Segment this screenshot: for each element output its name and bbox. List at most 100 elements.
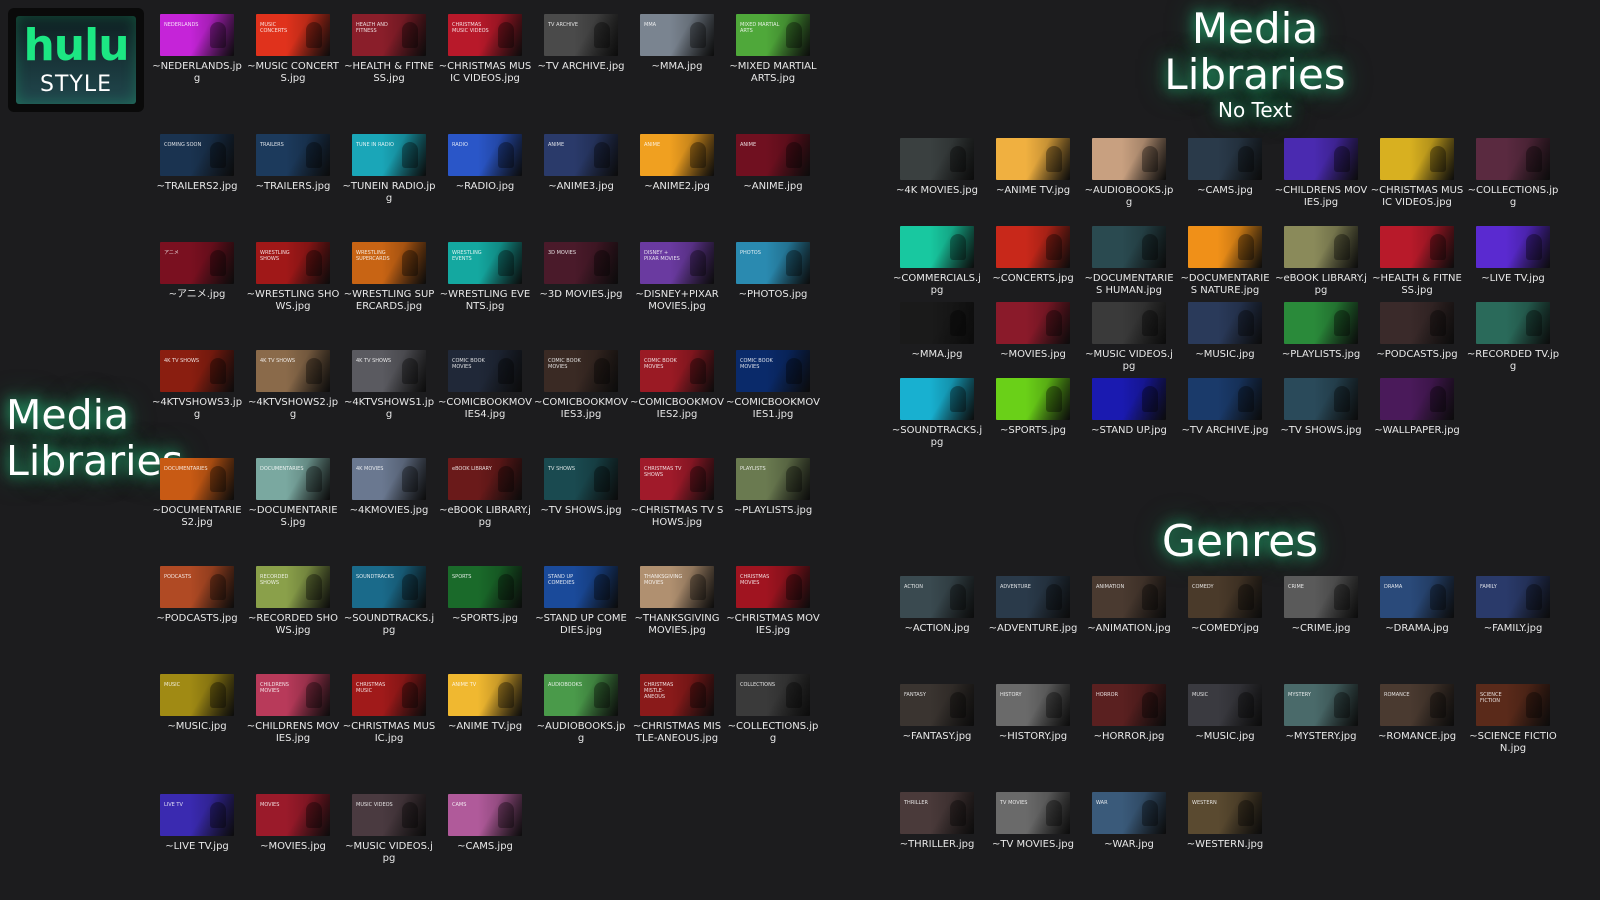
file-tile[interactable]: SPORTS ~SPORTS.jpg	[438, 566, 532, 625]
file-tile[interactable]: 4K TV SHOWS ~4KTVSHOWS1.jpg	[342, 350, 436, 421]
file-tile[interactable]: COLLECTIONS ~COLLECTIONS.jpg	[726, 674, 820, 745]
file-tile[interactable]: HEALTH AND FITNESS ~HEALTH & FITNESS.jpg	[342, 14, 436, 85]
file-tile[interactable]: MUSIC ~MUSIC.jpg	[1178, 684, 1272, 743]
file-tile[interactable]: SCIENCE FICTION ~SCIENCE FICTION.jpg	[1466, 684, 1560, 755]
file-tile[interactable]: COMIC BOOK MOVIES ~COMICBOOKMOVIES3.jpg	[534, 350, 628, 421]
file-tile[interactable]: ~STAND UP.jpg	[1082, 378, 1176, 437]
file-tile[interactable]: COMIC BOOK MOVIES ~COMICBOOKMOVIES4.jpg	[438, 350, 532, 421]
file-tile[interactable]: MYSTERY ~MYSTERY.jpg	[1274, 684, 1368, 743]
file-tile[interactable]: THANKSGIVING MOVIES ~THANKSGIVING MOVIES.…	[630, 566, 724, 637]
file-tile[interactable]: HISTORY ~HISTORY.jpg	[986, 684, 1080, 743]
file-tile[interactable]: ~WALLPAPER.jpg	[1370, 378, 1464, 437]
file-tile[interactable]: TV SHOWS ~TV SHOWS.jpg	[534, 458, 628, 517]
file-tile[interactable]: WRESTLING SUPERCARDS ~WRESTLING SUPERCARD…	[342, 242, 436, 313]
file-tile[interactable]: WESTERN ~WESTERN.jpg	[1178, 792, 1272, 851]
file-tile[interactable]: ANIME ~ANIME3.jpg	[534, 134, 628, 193]
file-tile[interactable]: ~HEALTH & FITNESS.jpg	[1370, 226, 1464, 297]
file-tile[interactable]: WAR ~WAR.jpg	[1082, 792, 1176, 851]
file-tile[interactable]: ~COLLECTIONS.jpg	[1466, 138, 1560, 209]
file-tile[interactable]: ~MMA.jpg	[890, 302, 984, 361]
file-tile[interactable]: ANIME TV ~ANIME TV.jpg	[438, 674, 532, 733]
file-tile[interactable]: ~PLAYLISTS.jpg	[1274, 302, 1368, 361]
file-tile[interactable]: ~DOCUMENTARIES HUMAN.jpg	[1082, 226, 1176, 297]
file-tile[interactable]: MIXED MARTIAL ARTS ~MIXED MARTIAL ARTS.jp…	[726, 14, 820, 85]
file-tile[interactable]: HORROR ~HORROR.jpg	[1082, 684, 1176, 743]
file-tile[interactable]: TUNE IN RADIO ~TUNEIN RADIO.jpg	[342, 134, 436, 205]
file-tile[interactable]: 4K TV SHOWS ~4KTVSHOWS3.jpg	[150, 350, 244, 421]
file-tile[interactable]: AUDIOBOOKS ~AUDIOBOOKS.jpg	[534, 674, 628, 745]
file-tile[interactable]: CAMS ~CAMS.jpg	[438, 794, 532, 853]
file-tile[interactable]: TRAILERS ~TRAILERS.jpg	[246, 134, 340, 193]
file-tile[interactable]: アニメ ~アニメ.jpg	[150, 242, 244, 301]
file-tile[interactable]: ANIME ~ANIME2.jpg	[630, 134, 724, 193]
file-tile[interactable]: THRILLER ~THRILLER.jpg	[890, 792, 984, 851]
file-tile[interactable]: MMA ~MMA.jpg	[630, 14, 724, 73]
file-tile[interactable]: ~RECORDED TV.jpg	[1466, 302, 1560, 373]
file-tile[interactable]: ~CHRISTMAS MUSIC VIDEOS.jpg	[1370, 138, 1464, 209]
file-tile[interactable]: DOCUMENTARIES ~DOCUMENTARIES.jpg	[246, 458, 340, 529]
file-tile[interactable]: ~ANIME TV.jpg	[986, 138, 1080, 197]
file-tile[interactable]: COMEDY ~COMEDY.jpg	[1178, 576, 1272, 635]
file-tile[interactable]: DRAMA ~DRAMA.jpg	[1370, 576, 1464, 635]
file-tile[interactable]: ANIMATION ~ANIMATION.jpg	[1082, 576, 1176, 635]
file-tile[interactable]: ADVENTURE ~ADVENTURE.jpg	[986, 576, 1080, 635]
file-tile[interactable]: DOCUMENTARIES ~DOCUMENTARIES2.jpg	[150, 458, 244, 529]
file-tile[interactable]: eBOOK LIBRARY ~eBOOK LIBRARY.jpg	[438, 458, 532, 529]
file-tile[interactable]: ~SPORTS.jpg	[986, 378, 1080, 437]
file-tile[interactable]: NEDERLANDS ~NEDERLANDS.jpg	[150, 14, 244, 85]
file-tile[interactable]: COMIC BOOK MOVIES ~COMICBOOKMOVIES2.jpg	[630, 350, 724, 421]
file-tile[interactable]: RADIO ~RADIO.jpg	[438, 134, 532, 193]
file-tile[interactable]: ~SOUNDTRACKS.jpg	[890, 378, 984, 449]
file-tile[interactable]: TV MOVIES ~TV MOVIES.jpg	[986, 792, 1080, 851]
file-tile[interactable]: STAND UP COMEDIES ~STAND UP COMEDIES.jpg	[534, 566, 628, 637]
file-tile[interactable]: FANTASY ~FANTASY.jpg	[890, 684, 984, 743]
file-tile[interactable]: CHRISTMAS MUSIC ~CHRISTMAS MUSIC.jpg	[342, 674, 436, 745]
file-tile[interactable]: CRIME ~CRIME.jpg	[1274, 576, 1368, 635]
file-tile[interactable]: WRESTLING SHOWS ~WRESTLING SHOWS.jpg	[246, 242, 340, 313]
file-tile[interactable]: CHRISTMAS TV SHOWS ~CHRISTMAS TV SHOWS.jp…	[630, 458, 724, 529]
file-tile[interactable]: ~MUSIC VIDEOS.jpg	[1082, 302, 1176, 373]
file-tile[interactable]: ~TV SHOWS.jpg	[1274, 378, 1368, 437]
file-tile[interactable]: 4K MOVIES ~4KMOVIES.jpg	[342, 458, 436, 517]
file-tile[interactable]: CHRISTMAS MOVIES ~CHRISTMAS MOVIES.jpg	[726, 566, 820, 637]
file-tile[interactable]: ~PODCASTS.jpg	[1370, 302, 1464, 361]
file-tile[interactable]: MUSIC CONCERTS ~MUSIC CONCERTS.jpg	[246, 14, 340, 85]
file-tile[interactable]: DISNEY + PIXAR MOVIES ~DISNEY+PIXAR MOVIE…	[630, 242, 724, 313]
file-tile[interactable]: CHRISTMAS MISTLE-ANEOUS ~CHRISTMAS MISTLE…	[630, 674, 724, 745]
file-tile[interactable]: LIVE TV ~LIVE TV.jpg	[150, 794, 244, 853]
file-tile[interactable]: ~COMMERCIALS.jpg	[890, 226, 984, 297]
file-tile[interactable]: PLAYLISTS ~PLAYLISTS.jpg	[726, 458, 820, 517]
file-tile[interactable]: WRESTLING EVENTS ~WRESTLING EVENTS.jpg	[438, 242, 532, 313]
thumbnail-shade	[1476, 226, 1550, 268]
file-tile[interactable]: ~CONCERTS.jpg	[986, 226, 1080, 285]
file-tile[interactable]: FAMILY ~FAMILY.jpg	[1466, 576, 1560, 635]
file-tile[interactable]: COMING SOON ~TRAILERS2.jpg	[150, 134, 244, 193]
file-tile[interactable]: ~4K MOVIES.jpg	[890, 138, 984, 197]
file-tile[interactable]: MOVIES ~MOVIES.jpg	[246, 794, 340, 853]
file-tile[interactable]: 3D MOVIES ~3D MOVIES.jpg	[534, 242, 628, 301]
file-tile[interactable]: ~eBOOK LIBRARY.jpg	[1274, 226, 1368, 297]
file-tile[interactable]: CHILDRENS MOVIES ~CHILDRENS MOVIES.jpg	[246, 674, 340, 745]
file-tile[interactable]: ~TV ARCHIVE.jpg	[1178, 378, 1272, 437]
file-tile[interactable]: ACTION ~ACTION.jpg	[890, 576, 984, 635]
file-tile[interactable]: ~LIVE TV.jpg	[1466, 226, 1560, 285]
file-tile[interactable]: PODCASTS ~PODCASTS.jpg	[150, 566, 244, 625]
file-tile[interactable]: ANIME ~ANIME.jpg	[726, 134, 820, 193]
thumbnail-shade	[160, 458, 234, 500]
file-tile[interactable]: ~MUSIC.jpg	[1178, 302, 1272, 361]
file-tile[interactable]: ~MOVIES.jpg	[986, 302, 1080, 361]
file-tile[interactable]: SOUNDTRACKS ~SOUNDTRACKS.jpg	[342, 566, 436, 637]
file-tile[interactable]: PHOTOS ~PHOTOS.jpg	[726, 242, 820, 301]
file-tile[interactable]: ROMANCE ~ROMANCE.jpg	[1370, 684, 1464, 743]
file-tile[interactable]: TV ARCHIVE ~TV ARCHIVE.jpg	[534, 14, 628, 73]
file-tile[interactable]: MUSIC VIDEOS ~MUSIC VIDEOS.jpg	[342, 794, 436, 865]
file-tile[interactable]: CHRISTMAS MUSIC VIDEOS ~CHRISTMAS MUSIC V…	[438, 14, 532, 85]
file-tile[interactable]: ~AUDIOBOOKS.jpg	[1082, 138, 1176, 209]
file-tile[interactable]: ~CHILDRENS MOVIES.jpg	[1274, 138, 1368, 209]
file-tile[interactable]: RECORDED SHOWS ~RECORDED SHOWS.jpg	[246, 566, 340, 637]
file-tile[interactable]: ~DOCUMENTARIES NATURE.jpg	[1178, 226, 1272, 297]
file-tile[interactable]: 4K TV SHOWS ~4KTVSHOWS2.jpg	[246, 350, 340, 421]
file-tile[interactable]: ~CAMS.jpg	[1178, 138, 1272, 197]
file-tile[interactable]: COMIC BOOK MOVIES ~COMICBOOKMOVIES1.jpg	[726, 350, 820, 421]
file-tile[interactable]: MUSIC ~MUSIC.jpg	[150, 674, 244, 733]
